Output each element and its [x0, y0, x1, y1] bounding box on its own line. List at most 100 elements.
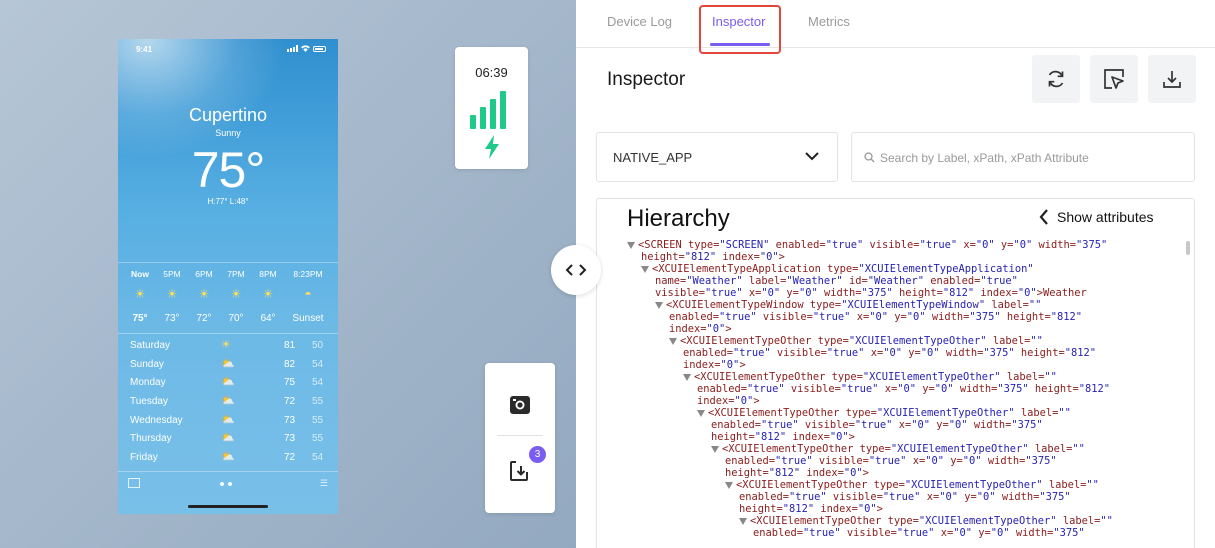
home-indicator[interactable] [188, 505, 268, 508]
xml-token: type= [820, 263, 859, 275]
hourly-forecast[interactable]: Now ☀ 75° 5PM ☀ 73° 6PM ☀ 72° 7PM ☀ 70° 8PM ☀ 64° 8:23P… [118, 262, 338, 334]
xml-token: "true" [812, 311, 851, 323]
xml-token: "Weather" [867, 275, 925, 287]
xml-token: width= [1009, 527, 1054, 539]
expand-triangle-icon[interactable] [725, 481, 733, 489]
xml-node[interactable]: <XCUIElementTypeOther type="XCUIElementT… [627, 371, 1187, 383]
charging-bolt-icon [485, 135, 499, 159]
tab-metrics[interactable]: Metrics [808, 14, 850, 29]
expand-triangle-icon[interactable] [711, 445, 719, 453]
page-dots[interactable] [220, 482, 232, 486]
expand-triangle-icon[interactable] [641, 265, 649, 273]
expand-triangle-icon[interactable] [739, 517, 747, 525]
xml-node[interactable]: <XCUIElementTypeOther type="XCUIElementT… [627, 515, 1187, 527]
search-icon [864, 152, 875, 163]
xml-token: width= [939, 347, 984, 359]
xml-token: visible= [840, 527, 897, 539]
day-low: 55 [312, 433, 324, 445]
xml-token: "375" [861, 287, 893, 299]
xml-token: "812" [684, 251, 717, 263]
xml-token: index= [697, 395, 735, 407]
chevron-left-icon [1039, 209, 1048, 225]
xml-token: enabled= [924, 275, 981, 287]
refresh-button[interactable] [1032, 55, 1080, 103]
xml-node[interactable]: <XCUIElementTypeOther type="XCUIElementT… [627, 443, 1187, 455]
expand-triangle-icon[interactable] [669, 337, 677, 345]
device-screen[interactable]: 9:41 Cupertino Sunny 75° H:77° L:48° Now… [118, 39, 338, 514]
daily-row: Wednesday ⛅ 73 55 [118, 411, 338, 430]
xml-token: "812" [768, 467, 801, 479]
expand-triangle-icon[interactable] [655, 301, 663, 309]
show-attributes-label: Show attributes [1057, 209, 1154, 225]
xml-token: visible= [655, 287, 706, 299]
day-low: 54 [312, 377, 324, 389]
xml-node[interactable]: <XCUIElementTypeWindow type="XCUIElement… [627, 299, 1187, 311]
expand-triangle-icon[interactable] [683, 373, 691, 381]
xml-token: "true" [919, 239, 958, 251]
show-attributes-button[interactable]: Show attributes [1039, 208, 1154, 226]
xml-token: type= [839, 407, 877, 419]
xml-token: "812" [782, 503, 815, 515]
expand-triangle-icon[interactable] [697, 409, 705, 417]
xml-token: "0" [990, 527, 1010, 539]
xml-token: enabled= [739, 491, 790, 503]
select-element-button[interactable] [1090, 55, 1138, 103]
xml-token: index= [800, 467, 844, 479]
xml-node-continuation: enabled="true" visible="true" x="0" y="0… [627, 527, 1187, 539]
xml-token: "375" [1039, 491, 1071, 503]
xml-hierarchy-tree[interactable]: <SCREEN type="SCREEN" enabled="true" vis… [627, 239, 1187, 548]
xml-token: x= [906, 455, 926, 467]
sunset-icon: ◓ [304, 287, 312, 301]
xml-token: "true" [882, 491, 921, 503]
tab-highlight-box [699, 5, 781, 54]
list-icon[interactable]: ☰ [320, 478, 328, 489]
xml-token: "XCUIElementTypeWindow" [841, 299, 986, 311]
xml-token: x= [934, 527, 954, 539]
xml-token: "true" [854, 419, 893, 431]
xml-token: <XCUIElementTypeApplication [652, 263, 821, 275]
download-screenshots-icon[interactable] [509, 459, 531, 483]
xml-token: "true" [896, 527, 935, 539]
xml-node[interactable]: <XCUIElementTypeOther type="XCUIElementT… [627, 479, 1187, 491]
tab-device-log[interactable]: Device Log [607, 14, 672, 29]
xml-token: > [739, 359, 746, 371]
context-select[interactable]: NATIVE_APP [596, 132, 838, 182]
element-search-input[interactable]: Search by Label, xPath, xPath Attribute [851, 132, 1195, 182]
xml-token: "" [1028, 299, 1042, 311]
expand-triangle-icon[interactable] [627, 241, 635, 249]
search-placeholder: Search by Label, xPath, xPath Attribute [880, 151, 1089, 165]
download-button[interactable] [1148, 55, 1196, 103]
xml-node-continuation: height="812" index="0"> [627, 503, 1187, 515]
xml-token: "812" [1064, 347, 1096, 359]
xml-token: x= [920, 491, 940, 503]
xml-token: "0" [975, 239, 995, 251]
xml-token: x= [864, 347, 884, 359]
day-low: 54 [312, 452, 324, 464]
xml-node[interactable]: <SCREEN type="SCREEN" enabled="true" vis… [627, 239, 1187, 251]
xml-token: "375" [1053, 527, 1085, 539]
high-low-temperature: H:77° L:48° [207, 197, 249, 206]
hour-temperature: 64° [260, 313, 276, 324]
collapse-toggle-button[interactable] [551, 245, 601, 295]
xml-token: enabled= [669, 311, 720, 323]
xml-token: "Weather" [786, 275, 843, 287]
weather-channel-icon[interactable] [128, 478, 140, 488]
xml-token: "375" [1025, 455, 1057, 467]
xml-token: "" [1086, 479, 1099, 491]
xml-token: label= [986, 335, 1031, 347]
xml-token: type= [825, 371, 863, 383]
xml-token: index= [716, 251, 760, 263]
xml-node-continuation: height="812" index="0"> [627, 467, 1187, 479]
hierarchy-scrollbar[interactable] [1186, 241, 1190, 255]
xml-token: width= [981, 455, 1026, 467]
xml-node[interactable]: <XCUIElementTypeApplication type="XCUIEl… [627, 263, 1187, 275]
xml-token: "0" [798, 287, 818, 299]
xml-token: "true" [803, 527, 841, 539]
daily-forecast[interactable]: Saturday ☀ 81 50 Sunday ⛅ 82 54 Monday ⛅ 75 54 Tuesd… [118, 336, 338, 467]
xml-token: "true" [825, 239, 864, 251]
day-name: Friday [130, 452, 158, 464]
xml-node[interactable]: <XCUIElementTypeOther type="XCUIElementT… [627, 335, 1187, 347]
xml-token: height= [892, 287, 943, 299]
xml-node[interactable]: <XCUIElementTypeOther type="XCUIElementT… [627, 407, 1187, 419]
screenshot-camera-icon[interactable] [509, 395, 531, 415]
